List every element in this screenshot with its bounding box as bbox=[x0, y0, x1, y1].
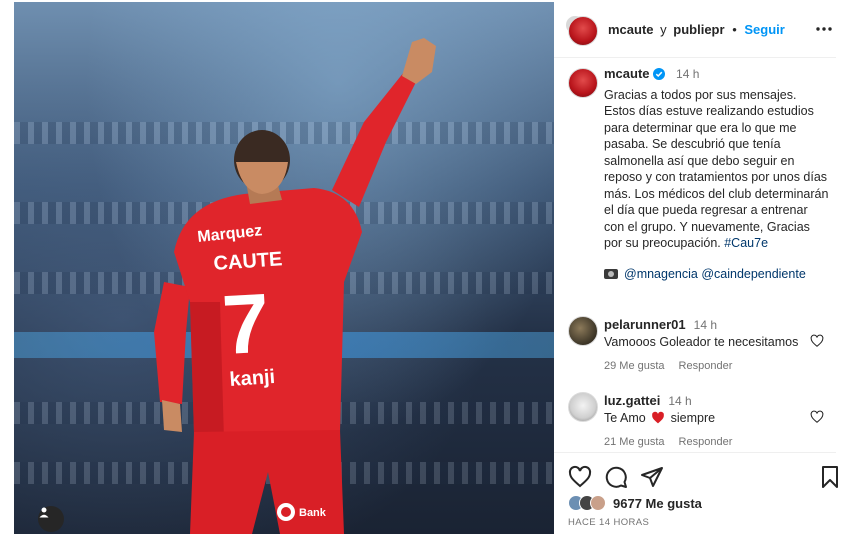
post-side-panel: mcaute y publiepr • Seguir mcaute 14 h G… bbox=[554, 2, 838, 534]
player-figure: Marquez CAUTE 7 kanji Bank bbox=[154, 38, 436, 534]
post-author-line: mcaute y publiepr • Seguir bbox=[608, 22, 785, 37]
jersey-number: 7 bbox=[220, 276, 272, 372]
caption-avatar[interactable] bbox=[568, 68, 598, 98]
verified-badge-icon bbox=[652, 68, 665, 80]
jersey-brand: kanji bbox=[229, 366, 276, 391]
save-bookmark-icon[interactable] bbox=[818, 465, 842, 489]
comment-text-after: siempre bbox=[670, 411, 716, 425]
comment-time: 14 h bbox=[693, 318, 718, 332]
like-heart-icon[interactable] bbox=[568, 465, 592, 489]
comment-username[interactable]: pelarunner01 bbox=[604, 317, 686, 332]
photo-credits: @mnagencia @caindependiente bbox=[604, 266, 830, 283]
post-timestamp[interactable]: HACE 14 HORAS bbox=[568, 517, 649, 528]
caption-text: Gracias a todos por sus mensajes. Estos … bbox=[604, 87, 829, 251]
shorts-sponsor: Bank bbox=[299, 507, 327, 519]
comment-text: Te Amo siempre bbox=[604, 410, 830, 427]
liker-avatar bbox=[590, 495, 606, 511]
instagram-post-view: Marquez CAUTE 7 kanji Bank mcaute y publ… bbox=[0, 0, 846, 534]
red-heart-emoji-icon bbox=[652, 411, 665, 424]
author-connector: y bbox=[660, 22, 667, 37]
credit-mention-1[interactable]: @mnagencia bbox=[624, 267, 698, 281]
comment-time: 14 h bbox=[668, 394, 692, 408]
caption-body: Gracias a todos por sus mensajes. Estos … bbox=[604, 87, 830, 252]
comment-avatar[interactable] bbox=[568, 316, 598, 346]
likes-count[interactable]: 9677 Me gusta bbox=[613, 496, 702, 511]
post-header: mcaute y publiepr • Seguir bbox=[554, 2, 836, 58]
comment-text-before: Te Amo bbox=[604, 411, 646, 425]
collab-avatar-front[interactable] bbox=[568, 16, 598, 46]
caption-username[interactable]: mcaute bbox=[604, 66, 650, 81]
post-caption: mcaute 14 h Gracias a todos por sus mens… bbox=[568, 66, 830, 282]
post-photo[interactable]: Marquez CAUTE 7 kanji Bank bbox=[14, 2, 554, 534]
comment-like-heart-icon[interactable] bbox=[810, 410, 824, 424]
reply-button[interactable]: Responder bbox=[679, 436, 733, 448]
credit-mention-2[interactable]: @caindependiente bbox=[701, 267, 805, 281]
comment-bubble-icon[interactable] bbox=[604, 465, 628, 489]
comment-like-heart-icon[interactable] bbox=[810, 334, 824, 348]
follow-button[interactable]: Seguir bbox=[744, 22, 784, 37]
camera-icon bbox=[604, 268, 618, 279]
comment-item: luz.gattei 14 h Te Amo siempre 21 Me gust… bbox=[568, 392, 830, 451]
comment-likes[interactable]: 29 Me gusta bbox=[604, 360, 665, 372]
likes-summary[interactable]: 9677 Me gusta bbox=[568, 495, 702, 511]
tagged-people-button[interactable] bbox=[38, 506, 64, 532]
comment-likes[interactable]: 21 Me gusta bbox=[604, 436, 665, 448]
author-username[interactable]: mcaute bbox=[608, 22, 654, 37]
comment-text: Vamooos Goleador te necesitamos bbox=[604, 335, 799, 349]
comment-username[interactable]: luz.gattei bbox=[604, 393, 660, 408]
post-actions: 9677 Me gusta HACE 14 HORAS bbox=[554, 452, 838, 534]
comment-item: pelarunner01 14 h Vamooos Goleador te nec… bbox=[568, 316, 830, 375]
more-horizontal-icon bbox=[816, 27, 832, 31]
share-paper-plane-icon[interactable] bbox=[640, 465, 664, 489]
collab-username[interactable]: publiepr bbox=[673, 22, 724, 37]
caption-hashtag[interactable]: #Cau7e bbox=[724, 236, 768, 250]
caption-time: 14 h bbox=[676, 67, 700, 81]
more-options-button[interactable] bbox=[812, 18, 836, 40]
separator-dot: • bbox=[732, 22, 737, 37]
reply-button[interactable]: Responder bbox=[679, 360, 733, 372]
comment-avatar[interactable] bbox=[568, 392, 598, 422]
person-icon bbox=[39, 507, 49, 518]
